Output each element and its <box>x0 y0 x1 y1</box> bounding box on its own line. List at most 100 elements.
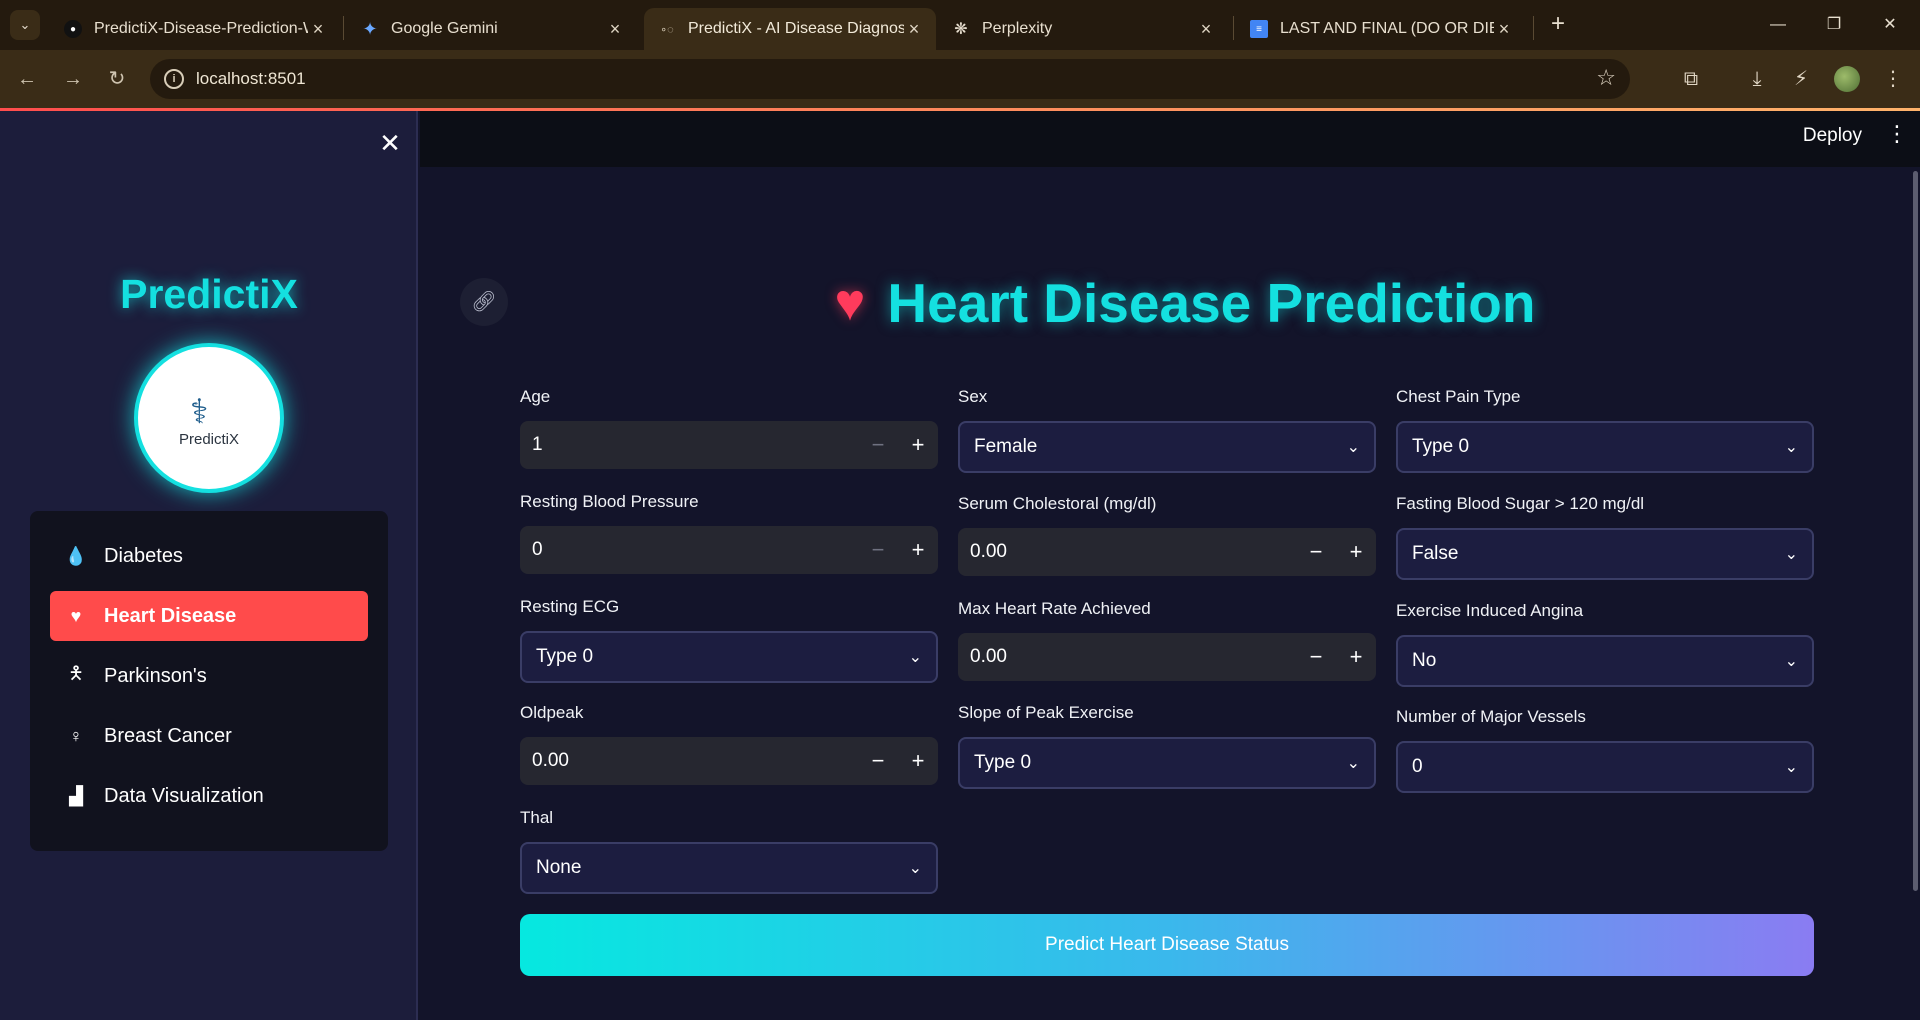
minimize-icon: — <box>1770 16 1786 33</box>
angina-value: No <box>1412 650 1437 671</box>
decrement-button[interactable]: − <box>1296 644 1336 670</box>
heart-icon: ♥ <box>834 274 866 332</box>
stethoscope-icon: ⚕ <box>190 393 209 431</box>
person-icon: 🯅 <box>68 663 84 683</box>
field-label: Fasting Blood Sugar > 120 mg/dl <box>1396 494 1645 513</box>
cholesterol-input[interactable]: 0.00 − + <box>958 528 1376 576</box>
nav-item-data-visualization[interactable]: ▟ Data Visualization <box>50 771 368 821</box>
app-header: Deploy ⋮ <box>420 111 1920 167</box>
increment-button[interactable]: + <box>1336 539 1376 565</box>
decrement-button[interactable]: − <box>1296 539 1336 565</box>
age-input[interactable]: 1 − + <box>520 421 938 469</box>
field-age: Age 1 − + <box>520 387 938 469</box>
field-resting-bp: Resting Blood Pressure 0 − + <box>520 492 938 574</box>
profile-avatar[interactable] <box>1834 66 1860 92</box>
sex-select[interactable]: Female ⌄ <box>958 421 1376 473</box>
performance-icon[interactable]: ⚡ <box>1786 64 1816 94</box>
tab-gemini[interactable]: ✦ Google Gemini × <box>347 8 637 50</box>
nav-item-diabetes[interactable]: 💧 Diabetes <box>50 531 368 581</box>
tab-search-button[interactable]: ⌄ <box>10 10 40 40</box>
max-heart-rate-input[interactable]: 0.00 − + <box>958 633 1376 681</box>
field-resting-ecg: Resting ECG Type 0 ⌄ <box>520 597 938 683</box>
age-value[interactable]: 1 <box>520 434 858 456</box>
reload-button[interactable]: ↻ <box>100 62 134 96</box>
field-slope: Slope of Peak Exercise Type 0 ⌄ <box>958 703 1376 789</box>
increment-button[interactable]: + <box>898 432 938 458</box>
chest-pain-select[interactable]: Type 0 ⌄ <box>1396 421 1814 473</box>
field-cholesterol: Serum Cholestoral (mg/dl) 0.00 − + <box>958 494 1376 576</box>
field-label: Slope of Peak Exercise <box>958 703 1134 722</box>
cholesterol-value[interactable]: 0.00 <box>958 541 1296 563</box>
close-icon[interactable]: × <box>308 19 328 40</box>
nav-item-label: Data Visualization <box>104 784 264 807</box>
perplexity-icon: ❋ <box>954 21 968 38</box>
deploy-button[interactable]: Deploy <box>1803 125 1862 147</box>
chevron-down-icon: ⌄ <box>1784 759 1798 776</box>
vessels-value: 0 <box>1412 756 1423 777</box>
increment-button[interactable]: + <box>898 748 938 774</box>
field-fasting-blood-sugar: Fasting Blood Sugar > 120 mg/dl False ⌄ <box>1396 494 1814 580</box>
field-chest-pain-type: Chest Pain Type Type 0 ⌄ <box>1396 387 1814 473</box>
close-icon[interactable]: × <box>904 19 924 40</box>
close-icon[interactable]: × <box>1196 19 1216 40</box>
nav-menu: 💧 Diabetes ♥ Heart Disease 🯅 Parkinson's… <box>30 511 388 851</box>
resting-ecg-value: Type 0 <box>536 646 594 667</box>
oldpeak-value[interactable]: 0.00 <box>520 750 858 772</box>
field-max-heart-rate: Max Heart Rate Achieved 0.00 − + <box>958 599 1376 681</box>
increment-button[interactable]: + <box>1336 644 1376 670</box>
extensions-icon[interactable]: ⧉ <box>1676 64 1706 94</box>
thal-select[interactable]: None ⌄ <box>520 842 938 894</box>
decrement-button[interactable]: − <box>858 432 898 458</box>
chevron-down-icon: ⌄ <box>19 17 31 32</box>
field-label: Oldpeak <box>520 703 584 722</box>
field-label: Max Heart Rate Achieved <box>958 599 1151 618</box>
nav-item-heart-disease[interactable]: ♥ Heart Disease <box>50 591 368 641</box>
close-window-button[interactable]: ✕ <box>1870 8 1910 42</box>
field-major-vessels: Number of Major Vessels 0 ⌄ <box>1396 707 1814 793</box>
vessels-select[interactable]: 0 ⌄ <box>1396 741 1814 793</box>
increment-button[interactable]: + <box>898 537 938 563</box>
max-heart-rate-value[interactable]: 0.00 <box>958 646 1296 668</box>
resting-ecg-select[interactable]: Type 0 ⌄ <box>520 631 938 683</box>
field-label: Sex <box>958 387 988 406</box>
resting-bp-value[interactable]: 0 <box>520 539 858 561</box>
site-info-icon[interactable]: i <box>164 69 184 89</box>
chevron-down-icon: ⌄ <box>1784 439 1798 456</box>
tab-separator <box>1533 16 1534 40</box>
nav-item-parkinsons[interactable]: 🯅 Parkinson's <box>50 651 368 701</box>
resting-bp-input[interactable]: 0 − + <box>520 526 938 574</box>
forward-button[interactable]: → <box>56 62 90 96</box>
field-thal: Thal None ⌄ <box>520 808 938 894</box>
nav-item-breast-cancer[interactable]: ♀ Breast Cancer <box>50 711 368 761</box>
slope-value: Type 0 <box>974 752 1032 773</box>
new-tab-button[interactable]: + <box>1543 10 1573 40</box>
download-icon[interactable]: ⤓ <box>1742 64 1772 94</box>
sidebar: ✕ PredictiX ⚕ PredictiX 💧 Diabetes ♥ Hea… <box>0 111 418 1020</box>
browser-menu-icon[interactable]: ⋮ <box>1878 64 1908 94</box>
field-sex: Sex Female ⌄ <box>958 387 1376 473</box>
tab-docs[interactable]: ≡ LAST AND FINAL (DO OR DIE) - × <box>1236 8 1526 50</box>
close-icon[interactable]: × <box>605 19 625 40</box>
back-button[interactable]: ← <box>10 62 44 96</box>
oldpeak-input[interactable]: 0.00 − + <box>520 737 938 785</box>
decrement-button[interactable]: − <box>858 748 898 774</box>
bookmark-star-icon[interactable]: ☆ <box>1596 65 1616 91</box>
predict-button[interactable]: Predict Heart Disease Status <box>520 914 1814 976</box>
fasting-sugar-select[interactable]: False ⌄ <box>1396 528 1814 580</box>
browser-toolbar: ← → ↻ i localhost:8501 ☆ ⧉ ⤓ ⚡ ⋮ <box>0 50 1920 108</box>
address-bar[interactable]: i localhost:8501 ☆ <box>150 59 1630 99</box>
close-icon[interactable]: × <box>1494 19 1514 40</box>
tab-perplexity[interactable]: ❋ Perplexity × <box>938 8 1228 50</box>
decrement-button[interactable]: − <box>858 537 898 563</box>
minimize-button[interactable]: — <box>1758 8 1798 42</box>
tab-predictix[interactable]: ∘◌ PredictiX - AI Disease Diagnosis × <box>644 8 936 50</box>
angina-select[interactable]: No ⌄ <box>1396 635 1814 687</box>
tab-github[interactable]: ● PredictiX-Disease-Prediction-W × <box>50 8 340 50</box>
slope-select[interactable]: Type 0 ⌄ <box>958 737 1376 789</box>
sidebar-close-button[interactable]: ✕ <box>375 128 405 158</box>
app-menu-icon[interactable]: ⋮ <box>1886 121 1908 147</box>
restore-icon: ❐ <box>1826 16 1842 33</box>
bar-chart-icon: ▟ <box>69 785 83 806</box>
restore-button[interactable]: ❐ <box>1814 8 1854 42</box>
brand-logo: ⚕ PredictiX <box>134 343 284 493</box>
